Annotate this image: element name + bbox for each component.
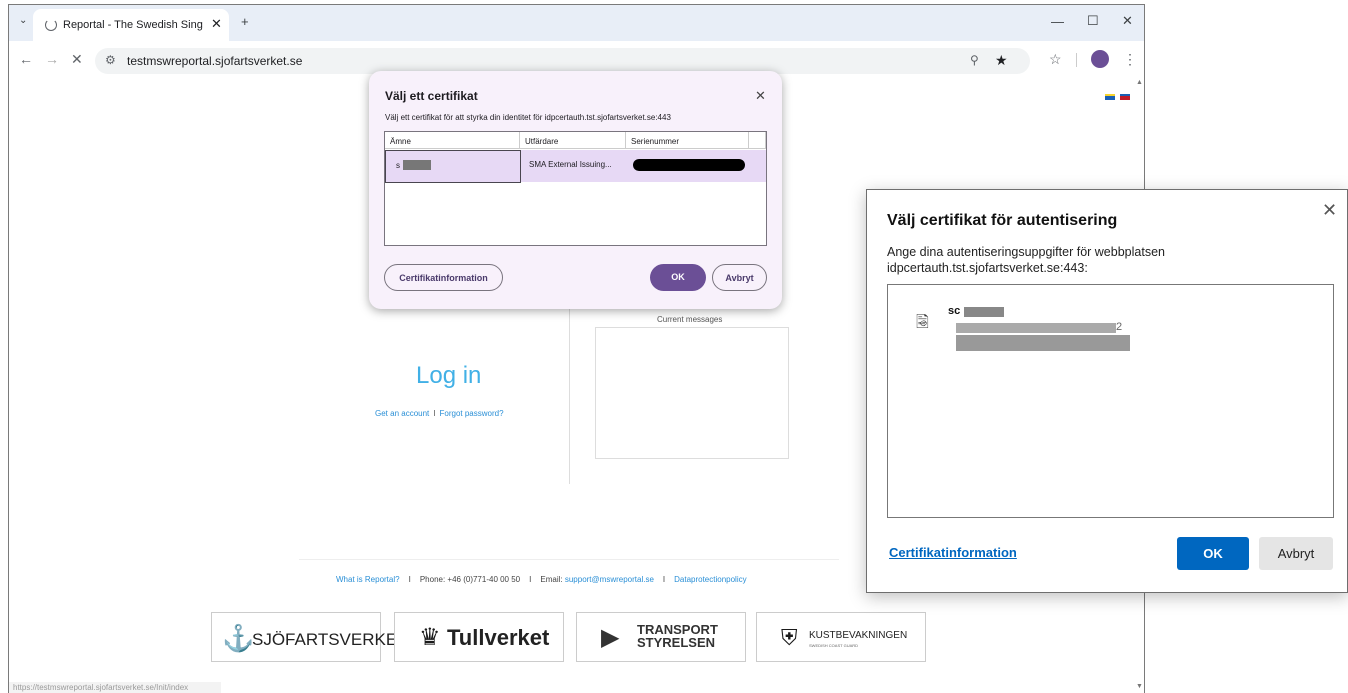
windows-auth-dialog: Välj certifikat för autentisering ✕ Ange… [866,189,1348,593]
validity-redaction [956,335,1130,351]
new-tab-button[interactable]: + [241,14,249,29]
stop-loading-icon[interactable]: ✕ [71,51,83,68]
screen: ⌄ Reportal - The Swedish Single W ✕ + — … [0,0,1348,693]
forward-icon[interactable]: → [45,51,59,67]
what-is-reportal-link[interactable]: What is Reportal? [336,575,400,584]
minimize-icon[interactable]: — [1051,14,1064,29]
dataprotection-link[interactable]: Dataprotectionpolicy [674,575,746,584]
subject-redaction [403,160,431,170]
scroll-up-arrow-icon[interactable]: ▲ [1136,79,1143,86]
certificate-name: sc [948,305,961,317]
tab-search-chevron-icon[interactable]: ⌄ [19,15,27,26]
status-bar-url: https://testmswreportal.sjofartsverket.s… [9,682,221,693]
transportstyrelsen-logo[interactable]: ▶ TRANSPORT STYRELSEN [576,612,746,662]
issuer-redaction [956,323,1116,333]
profile-avatar[interactable] [1091,50,1109,68]
swedish-flag-icon[interactable] [1105,94,1115,100]
kustbevakningen-logo[interactable]: ⛨ KUSTBEVAKNINGEN SWEDISH COAST GUARD [756,612,926,662]
ok-button[interactable]: OK [1177,537,1249,570]
login-title: Log in [416,362,482,389]
transport-logo-line2: STYRELSEN [637,635,716,650]
dialog-subtitle: Välj ett certifikat för att styrka din i… [385,113,671,122]
sjofartsverket-logo[interactable]: ⚓ SJÖFARTSVERKET [211,612,408,662]
certificate-issuer-tail: 2 [1116,321,1123,333]
current-messages-box [595,327,789,459]
login-links: Get an account I Forgot password? [375,409,504,418]
favorites-icon[interactable]: ☆ [1049,51,1062,68]
vertical-divider [569,304,570,484]
cancel-button[interactable]: Avbryt [1259,537,1333,570]
column-header-issuer[interactable]: Utfärdare [520,132,626,149]
name-redaction [964,307,1004,317]
support-email-link[interactable]: support@mswreportal.se [565,575,654,584]
kustbevakningen-logo-text: KUSTBEVAKNINGEN [809,630,908,641]
english-flag-icon[interactable] [1120,94,1131,100]
browser-tab[interactable]: Reportal - The Swedish Single W ✕ [33,9,229,41]
url-text: testmswreportal.sjofartsverket.se [127,54,303,68]
forgot-password-link[interactable]: Forgot password? [440,409,504,418]
current-messages-label: Current messages [657,315,723,324]
column-header-spacer [749,132,766,149]
dialog-close-icon[interactable]: ✕ [1322,200,1337,221]
language-flags [1105,87,1131,105]
sjofartsverket-logo-text: SJÖFARTSVERKET [252,630,408,649]
footer-links: What is Reportal? I Phone: +46 (0)771-40 0… [336,575,747,584]
back-icon[interactable]: ← [19,51,33,67]
toolbar-divider [1076,53,1077,67]
scroll-down-arrow-icon[interactable]: ▼ [1136,683,1143,690]
certificate-issuer: SMA External Issuing... [529,160,612,169]
certificate-icon: 🗟 [916,314,929,331]
footer-separator: I [408,575,411,584]
loading-spinner-icon [45,19,57,31]
serial-redaction [633,159,745,171]
column-header-subject[interactable]: Ämne [385,132,520,149]
tab-title: Reportal - The Swedish Single W [63,19,203,31]
certificate-info-button[interactable]: Certifikatinformation [384,264,503,291]
footer-separator: I [662,575,666,584]
column-header-serial[interactable]: Serienummer [626,132,749,149]
footer-divider [299,559,839,560]
certificate-table: Ämne Utfärdare Serienummer SMA External … [384,131,767,246]
footer-separator: I [529,575,532,584]
dialog-title: Välj certifikat för autentisering [887,212,1118,229]
certificate-info-link[interactable]: Certifikatinformation [889,545,1017,560]
tab-strip: ⌄ Reportal - The Swedish Single W ✕ + — … [9,5,1144,41]
bookmark-star-icon[interactable]: ★ [995,52,1008,69]
certificate-list: 🗟 sc 2 [887,284,1334,518]
email-label: Email: [540,575,563,584]
maximize-icon[interactable]: ☐ [1087,13,1099,29]
tullverket-logo[interactable]: ♛ Tullverket [394,612,564,662]
dialog-close-icon[interactable]: ✕ [755,88,766,104]
anchor-icon: ⚓ [222,623,255,653]
coast-guard-subtext: SWEDISH COAST GUARD [809,643,859,648]
phone-text: Phone: +46 (0)771-40 00 50 [419,575,521,584]
transport-arrow-icon: ▶ [601,624,620,651]
tullverket-logo-text: Tullverket [447,625,550,650]
cancel-button[interactable]: Avbryt [712,264,767,291]
chrome-certificate-dialog: Välj ett certifikat ✕ Välj ett certifika… [369,71,782,309]
link-separator: I [433,409,436,418]
certificate-subject-cell[interactable]: s [385,150,521,183]
menu-kebab-icon[interactable]: ⋮ [1123,51,1137,68]
site-info-icon[interactable]: ⚙ [105,53,116,67]
tab-close-icon[interactable]: ✕ [211,16,222,32]
crown-emblem-icon: ♛ [419,624,441,651]
window-close-icon[interactable]: ✕ [1122,13,1133,29]
zoom-icon[interactable]: ⚲ [970,53,979,67]
certificate-subject: s [396,161,400,170]
dialog-description: Ange dina autentiseringsuppgifter för we… [887,245,1165,275]
get-account-link[interactable]: Get an account [375,409,429,418]
coast-guard-emblem-icon: ⛨ [781,625,798,650]
ok-button[interactable]: OK [650,264,706,291]
dialog-title: Välj ett certifikat [385,89,478,103]
